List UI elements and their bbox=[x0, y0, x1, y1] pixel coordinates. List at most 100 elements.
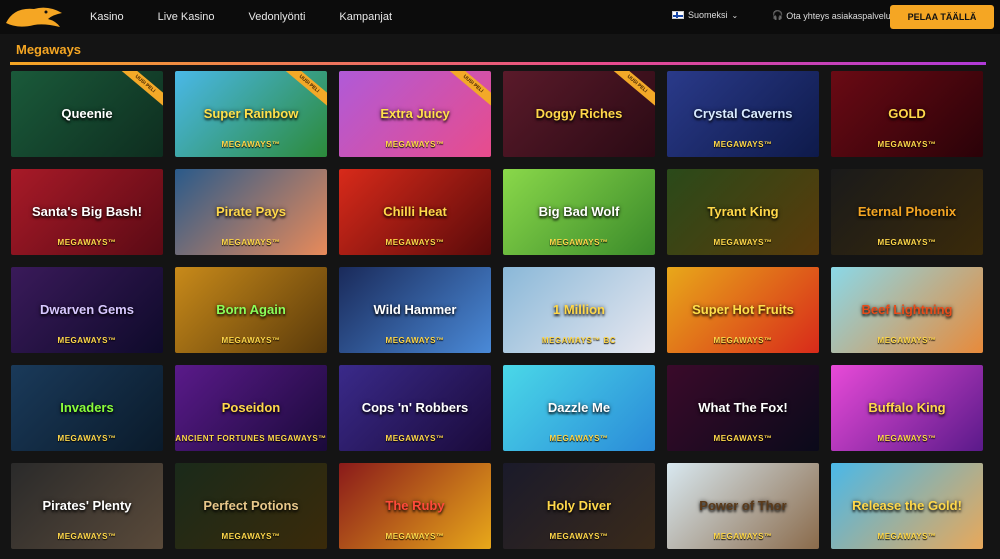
game-tile[interactable]: Eternal Phoenix MEGAWAYS™ bbox=[831, 169, 983, 255]
game-title: Invaders bbox=[60, 400, 114, 416]
megaways-label: MEGAWAYS™ bbox=[713, 532, 773, 541]
megaways-label: MEGAWAYS™ bbox=[221, 238, 281, 247]
megaways-label: MEGAWAYS™ bbox=[877, 434, 937, 443]
language-label: Suomeksi bbox=[688, 10, 728, 20]
game-tile[interactable]: Super Rainbow MEGAWAYS™ UUSI PELI bbox=[175, 71, 327, 157]
game-title: Doggy Riches bbox=[535, 106, 623, 122]
megaways-label: MEGAWAYS™ bbox=[57, 238, 117, 247]
play-here-button[interactable]: PELAA TÄÄLLÄ bbox=[890, 5, 994, 29]
game-tile[interactable]: Crystal Caverns MEGAWAYS™ bbox=[667, 71, 819, 157]
megaways-label: MEGAWAYS™ bbox=[221, 532, 281, 541]
top-navigation: Kasino Live Kasino Vedonlyönti Kampanjat… bbox=[0, 0, 1000, 34]
game-tile[interactable]: Big Bad Wolf MEGAWAYS™ bbox=[503, 169, 655, 255]
game-tile[interactable]: Release the Gold! MEGAWAYS™ bbox=[831, 463, 983, 549]
megaways-label: MEGAWAYS™ bbox=[713, 336, 773, 345]
language-selector[interactable]: Suomeksi ⌄ bbox=[672, 10, 738, 20]
game-title: Power of Thor bbox=[699, 498, 787, 514]
game-tile[interactable]: Buffalo King MEGAWAYS™ bbox=[831, 365, 983, 451]
megaways-label: MEGAWAYS™ bbox=[713, 434, 773, 443]
game-title: Buffalo King bbox=[868, 400, 946, 416]
game-title: Holy Diver bbox=[546, 498, 612, 514]
megaways-label: ANCIENT FORTUNES MEGAWAYS™ bbox=[175, 434, 327, 443]
game-tile[interactable]: Pirates' Plenty MEGAWAYS™ bbox=[11, 463, 163, 549]
nav-vedonlyonti[interactable]: Vedonlyönti bbox=[249, 11, 306, 23]
game-title: Chilli Heat bbox=[383, 204, 447, 220]
megaways-label: MEGAWAYS™ bbox=[877, 532, 937, 541]
megaways-label: MEGAWAYS™ bbox=[549, 238, 609, 247]
game-tile[interactable]: Doggy Riches UUSI PELI bbox=[503, 71, 655, 157]
game-title: 1 Million bbox=[553, 302, 605, 318]
game-tile[interactable]: Wild Hammer MEGAWAYS™ bbox=[339, 267, 491, 353]
megaways-label: MEGAWAYS™ bbox=[385, 336, 445, 345]
megaways-label: MEGAWAYS™ bbox=[385, 434, 445, 443]
megaways-label: MEGAWAYS™ bbox=[877, 238, 937, 247]
finland-flag-icon bbox=[672, 11, 684, 19]
game-tile[interactable]: Born Again MEGAWAYS™ bbox=[175, 267, 327, 353]
game-tile[interactable]: Dazzle Me MEGAWAYS™ bbox=[503, 365, 655, 451]
game-title: Perfect Potions bbox=[203, 498, 299, 514]
nav-live-kasino[interactable]: Live Kasino bbox=[158, 11, 215, 23]
section-title: Megaways bbox=[16, 42, 82, 57]
game-tile[interactable]: Queenie UUSI PELI bbox=[11, 71, 163, 157]
game-tile[interactable]: The Ruby MEGAWAYS™ bbox=[339, 463, 491, 549]
megaways-label: MEGAWAYS™ bbox=[877, 336, 937, 345]
game-tile[interactable]: Invaders MEGAWAYS™ bbox=[11, 365, 163, 451]
game-tile[interactable]: Chilli Heat MEGAWAYS™ bbox=[339, 169, 491, 255]
megaways-label: MEGAWAYS™ bbox=[549, 532, 609, 541]
megaways-label: MEGAWAYS™ bbox=[57, 532, 117, 541]
megaways-label: MEGAWAYS™ bbox=[713, 140, 773, 149]
game-tile[interactable]: Perfect Potions MEGAWAYS™ bbox=[175, 463, 327, 549]
game-title: Poseidon bbox=[221, 400, 281, 416]
chevron-down-icon: ⌄ bbox=[731, 10, 739, 20]
nav-kampanjat[interactable]: Kampanjat bbox=[339, 11, 392, 23]
game-title: Super Rainbow bbox=[203, 106, 299, 122]
megaways-label: MEGAWAYS™ bbox=[385, 238, 445, 247]
game-grid: Queenie UUSI PELI Super Rainbow MEGAWAYS™ UU… bbox=[11, 71, 988, 549]
support-link[interactable]: 🎧 Ota yhteys asiakaspalveluun bbox=[772, 10, 901, 21]
megaways-label: MEGAWAYS™ bbox=[57, 336, 117, 345]
game-title: Tyrant King bbox=[707, 204, 779, 220]
game-tile[interactable]: Dwarven Gems MEGAWAYS™ bbox=[11, 267, 163, 353]
support-label: Ota yhteys asiakaspalveluun bbox=[786, 10, 901, 21]
section-divider bbox=[10, 62, 986, 65]
game-title: GOLD bbox=[888, 106, 926, 122]
megaways-label: MEGAWAYS™ bbox=[385, 140, 445, 149]
megaways-label: MEGAWAYS™ bbox=[385, 532, 445, 541]
game-title: Beef Lightning bbox=[861, 302, 953, 318]
game-tile[interactable]: Pirate Pays MEGAWAYS™ bbox=[175, 169, 327, 255]
game-tile[interactable]: GOLD MEGAWAYS™ bbox=[831, 71, 983, 157]
game-title: Eternal Phoenix bbox=[857, 204, 957, 220]
game-tile[interactable]: Santa's Big Bash! MEGAWAYS™ bbox=[11, 169, 163, 255]
game-title: The Ruby bbox=[385, 498, 445, 514]
game-tile[interactable]: Tyrant King MEGAWAYS™ bbox=[667, 169, 819, 255]
game-title: Pirates' Plenty bbox=[42, 498, 132, 514]
game-title: Born Again bbox=[216, 302, 286, 318]
nav-kasino[interactable]: Kasino bbox=[90, 11, 124, 23]
game-tile[interactable]: Beef Lightning MEGAWAYS™ bbox=[831, 267, 983, 353]
game-title: Cops 'n' Robbers bbox=[361, 400, 469, 416]
game-tile[interactable]: Power of Thor MEGAWAYS™ bbox=[667, 463, 819, 549]
megaways-label: MEGAWAYS™ bbox=[713, 238, 773, 247]
megaways-label: MEGAWAYS™ bbox=[877, 140, 937, 149]
game-tile[interactable]: Holy Diver MEGAWAYS™ bbox=[503, 463, 655, 549]
megaways-label: MEGAWAYS™ bbox=[221, 336, 281, 345]
game-title: Queenie bbox=[61, 106, 113, 122]
game-title: Dwarven Gems bbox=[40, 302, 134, 318]
game-title: Super Hot Fruits bbox=[692, 302, 794, 318]
game-tile[interactable]: Super Hot Fruits MEGAWAYS™ bbox=[667, 267, 819, 353]
game-tile[interactable]: 1 Million MEGAWAYS™ BC bbox=[503, 267, 655, 353]
game-tile[interactable]: Cops 'n' Robbers MEGAWAYS™ bbox=[339, 365, 491, 451]
dragon-logo-icon bbox=[6, 7, 62, 28]
megaways-label: MEGAWAYS™ bbox=[57, 434, 117, 443]
game-title: Pirate Pays bbox=[215, 204, 287, 220]
game-tile[interactable]: Poseidon ANCIENT FORTUNES MEGAWAYS™ bbox=[175, 365, 327, 451]
game-tile[interactable]: What The Fox! MEGAWAYS™ bbox=[667, 365, 819, 451]
game-title: Wild Hammer bbox=[373, 302, 457, 318]
game-tile[interactable]: Extra Juicy MEGAWAYS™ UUSI PELI bbox=[339, 71, 491, 157]
megaways-label: MEGAWAYS™ BC bbox=[541, 336, 617, 345]
game-title: What The Fox! bbox=[698, 400, 788, 416]
game-title: Big Bad Wolf bbox=[538, 204, 620, 220]
brand-logo[interactable] bbox=[0, 0, 70, 34]
main-nav: Kasino Live Kasino Vedonlyönti Kampanjat bbox=[90, 11, 426, 23]
megaways-label: MEGAWAYS™ bbox=[549, 434, 609, 443]
